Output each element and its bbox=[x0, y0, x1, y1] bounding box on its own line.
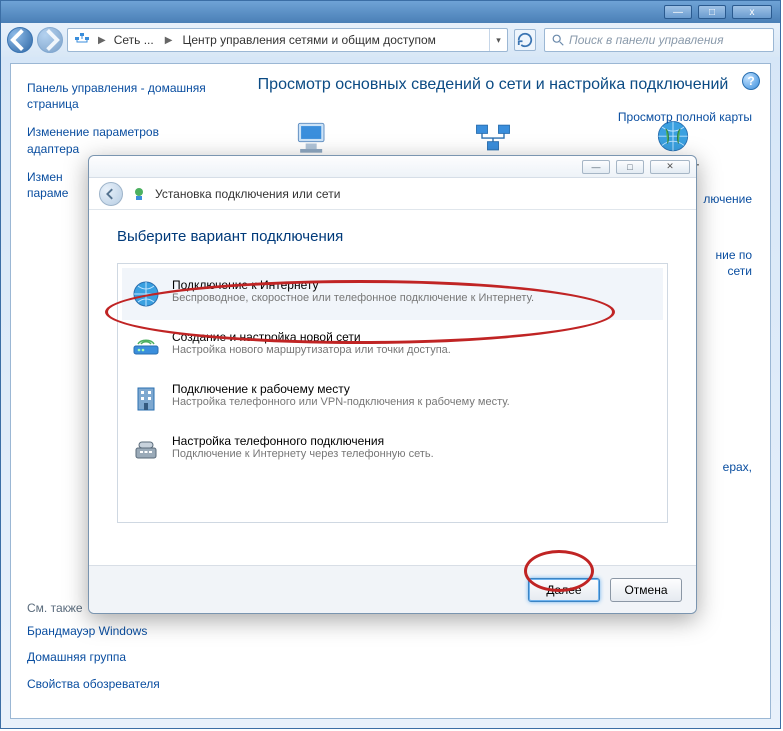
chevron-right-icon: ▶ bbox=[161, 35, 177, 46]
option-desc: Беспроводное, скоростное или телефонное … bbox=[172, 292, 534, 304]
arrow-left-icon bbox=[8, 28, 32, 52]
right-link-fragment[interactable]: лючение bbox=[703, 192, 752, 206]
maximize-button[interactable]: □ bbox=[698, 5, 726, 19]
option-dialup[interactable]: Настройка телефонного подключения Подклю… bbox=[122, 424, 663, 476]
option-desc: Настройка нового маршрутизатора или точк… bbox=[172, 344, 451, 356]
wizard-maximize-button[interactable]: □ bbox=[616, 160, 644, 174]
sidebar-link-homegroup[interactable]: Домашняя группа bbox=[27, 649, 208, 665]
right-link-fragment[interactable]: ние по bbox=[715, 248, 752, 262]
wizard-close-button[interactable]: ✕ bbox=[650, 160, 690, 174]
next-button[interactable]: Далее bbox=[528, 578, 600, 602]
option-internet[interactable]: Подключение к Интернету Беспроводное, ск… bbox=[122, 268, 663, 320]
back-button[interactable] bbox=[7, 27, 33, 53]
wizard-titlebar: — □ ✕ bbox=[89, 156, 696, 178]
breadcrumb-seg-2[interactable]: Центр управления сетями и общим доступом bbox=[182, 33, 436, 47]
address-dropdown[interactable]: ▾ bbox=[489, 29, 507, 51]
router-icon bbox=[130, 330, 162, 362]
forward-button[interactable] bbox=[37, 27, 63, 53]
option-title: Создание и настройка новой сети bbox=[172, 330, 451, 344]
option-list: Подключение к Интернету Беспроводное, ск… bbox=[117, 263, 668, 523]
wizard-body: Выберите вариант подключения Подключение… bbox=[89, 210, 696, 565]
globe-icon bbox=[130, 278, 162, 310]
wizard-minimize-button[interactable]: — bbox=[582, 160, 610, 174]
sidebar-link-home[interactable]: Панель управления - домашняя страница bbox=[27, 80, 208, 112]
address-bar[interactable]: ▶ Сеть ... ▶ Центр управления сетями и о… bbox=[67, 28, 508, 52]
arrow-right-icon bbox=[38, 28, 62, 52]
nav-toolbar: ▶ Сеть ... ▶ Центр управления сетями и о… bbox=[1, 23, 780, 57]
minimize-button[interactable]: — bbox=[664, 5, 692, 19]
window-titlebar: — □ x bbox=[1, 1, 780, 23]
sidebar-link-adapter[interactable]: Изменение параметров адаптера bbox=[27, 124, 208, 156]
wizard-back-button[interactable] bbox=[99, 182, 123, 206]
option-desc: Подключение к Интернету через телефонную… bbox=[172, 448, 434, 460]
wizard-header: Установка подключения или сети bbox=[89, 178, 696, 210]
refresh-icon bbox=[515, 30, 535, 50]
option-new-network[interactable]: Создание и настройка новой сети Настройк… bbox=[122, 320, 663, 372]
cancel-button[interactable]: Отмена bbox=[610, 578, 682, 602]
wizard-footer: Далее Отмена bbox=[89, 565, 696, 613]
phone-icon bbox=[130, 434, 162, 466]
option-title: Подключение к Интернету bbox=[172, 278, 534, 292]
close-button[interactable]: x bbox=[732, 5, 772, 19]
computer-icon bbox=[291, 116, 335, 160]
breadcrumb-seg-1[interactable]: Сеть ... bbox=[114, 33, 154, 47]
wizard-heading: Выберите вариант подключения bbox=[117, 228, 668, 245]
network-hub-icon bbox=[471, 116, 515, 160]
network-icon bbox=[74, 32, 90, 48]
chevron-right-icon: ▶ bbox=[94, 35, 110, 46]
search-input[interactable]: Поиск в панели управления bbox=[544, 28, 774, 52]
option-desc: Настройка телефонного или VPN-подключени… bbox=[172, 396, 510, 408]
view-full-map-link[interactable]: Просмотр полной карты bbox=[618, 110, 752, 124]
building-icon bbox=[130, 382, 162, 414]
search-icon bbox=[551, 33, 565, 47]
option-title: Настройка телефонного подключения bbox=[172, 434, 434, 448]
page-title: Просмотр основных сведений о сети и наст… bbox=[234, 76, 752, 94]
wizard-window: — □ ✕ Установка подключения или сети Выб… bbox=[88, 155, 697, 614]
option-title: Подключение к рабочему месту bbox=[172, 382, 510, 396]
wizard-icon bbox=[131, 186, 147, 202]
sidebar-link-browser-props[interactable]: Свойства обозревателя bbox=[27, 676, 208, 692]
arrow-left-icon bbox=[105, 188, 117, 200]
search-placeholder: Поиск в панели управления bbox=[569, 33, 724, 47]
wizard-title: Установка подключения или сети bbox=[155, 187, 340, 201]
refresh-button[interactable] bbox=[514, 29, 536, 51]
option-workplace[interactable]: Подключение к рабочему месту Настройка т… bbox=[122, 372, 663, 424]
right-link-fragment[interactable]: сети bbox=[728, 264, 752, 278]
right-link-fragment[interactable]: ерах, bbox=[723, 460, 752, 474]
sidebar-link-firewall[interactable]: Брандмауэр Windows bbox=[27, 623, 208, 639]
